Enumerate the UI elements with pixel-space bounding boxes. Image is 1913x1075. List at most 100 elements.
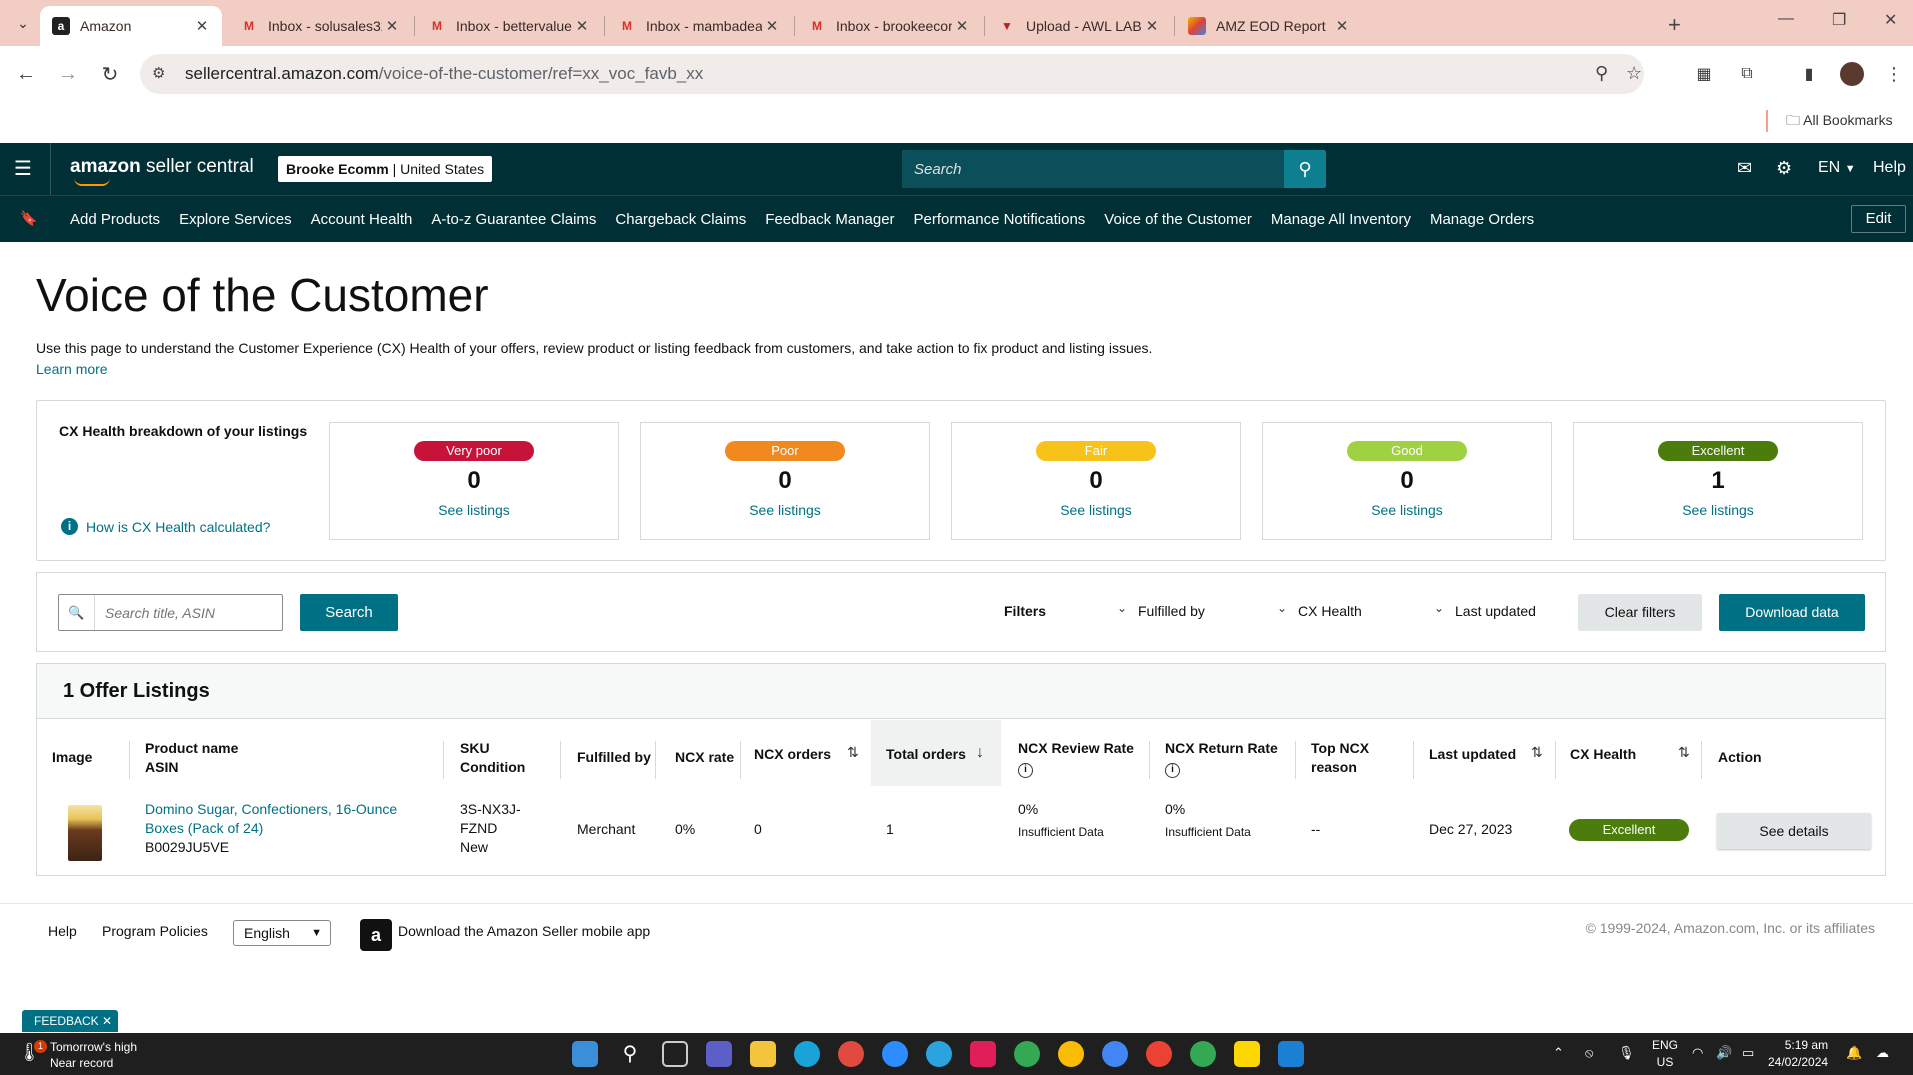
- header-search-input[interactable]: [902, 150, 1286, 188]
- listing-search-input[interactable]: [96, 595, 281, 630]
- close-icon[interactable]: ✕: [1332, 17, 1352, 35]
- clear-filters-button[interactable]: Clear filters: [1578, 594, 1702, 631]
- all-bookmarks-button[interactable]: 🗀 All Bookmarks: [1786, 110, 1893, 134]
- network-icon[interactable]: ⦸: [1585, 1045, 1593, 1061]
- nav-item-feedback-manager[interactable]: Feedback Manager: [765, 211, 894, 228]
- file-explorer-icon[interactable]: [750, 1041, 776, 1067]
- url-text[interactable]: sellercentral.amazon.com/voice-of-the-cu…: [185, 64, 703, 84]
- nav-item-account-health[interactable]: Account Health: [311, 211, 413, 228]
- tab-gmail-4[interactable]: M Inbox - brookeecomme ✕: [796, 6, 982, 46]
- mobile-app-link[interactable]: Download the Amazon Seller mobile app: [398, 923, 650, 939]
- close-icon[interactable]: ✕: [952, 17, 972, 35]
- filter-fulfilled-by[interactable]: Fulfilled by: [1138, 603, 1205, 619]
- close-window-icon[interactable]: ✕: [1884, 10, 1897, 30]
- telegram-icon[interactable]: [926, 1041, 952, 1067]
- col-fulfilled-by[interactable]: Fulfilled by: [577, 748, 651, 767]
- chrome-icon[interactable]: [838, 1041, 864, 1067]
- wifi-icon[interactable]: ◠: [1692, 1045, 1703, 1061]
- col-ncx-return-rate[interactable]: NCX Return Rate i: [1165, 739, 1278, 778]
- bookmark-pin-icon[interactable]: 🔖: [20, 210, 37, 227]
- nav-item-performance-notifications[interactable]: Performance Notifications: [914, 211, 1086, 228]
- search-button[interactable]: Search: [300, 594, 398, 631]
- filter-last-updated[interactable]: Last updated: [1455, 603, 1536, 619]
- windows-start-icon[interactable]: [572, 1041, 598, 1067]
- account-switcher[interactable]: Brooke Ecomm | United States: [278, 156, 493, 182]
- task-view-icon[interactable]: [662, 1041, 688, 1067]
- see-listings-link[interactable]: See listings: [952, 502, 1240, 518]
- sort-icon[interactable]: ⇅: [1678, 744, 1690, 761]
- download-data-button[interactable]: Download data: [1719, 594, 1865, 631]
- chrome-profile-icon[interactable]: [1146, 1041, 1172, 1067]
- help-link[interactable]: Help: [1873, 159, 1906, 177]
- amazon-app-icon[interactable]: a: [360, 919, 392, 951]
- sticky-notes-icon[interactable]: [1234, 1041, 1260, 1067]
- zoom-app-icon[interactable]: [882, 1041, 908, 1067]
- photos-icon[interactable]: [1278, 1041, 1304, 1067]
- weather-widget[interactable]: 🌡 1 Tomorrow's high Near record: [18, 1039, 137, 1071]
- site-info-icon[interactable]: ⚙: [152, 64, 165, 82]
- weather-cloud-icon[interactable]: ☁: [1876, 1045, 1889, 1061]
- info-icon[interactable]: i: [1018, 763, 1033, 778]
- chevron-down-icon[interactable]: ⌄: [1117, 601, 1127, 615]
- browser-menu-icon[interactable]: ⋮: [1880, 60, 1908, 88]
- chrome-profile-icon[interactable]: [1014, 1041, 1040, 1067]
- col-sku[interactable]: SKU Condition: [460, 739, 525, 777]
- volume-icon[interactable]: 🔊: [1716, 1045, 1732, 1061]
- microphone-icon[interactable]: 🎙: [1618, 1045, 1635, 1061]
- col-top-ncx-reason[interactable]: Top NCX reason: [1311, 739, 1369, 777]
- reload-icon[interactable]: ↻: [96, 60, 124, 88]
- tab-gmail-1[interactable]: M Inbox - solusales32@gm ✕: [228, 6, 412, 46]
- col-ncx-review-rate[interactable]: NCX Review Rate i: [1018, 739, 1134, 778]
- see-listings-link[interactable]: See listings: [1574, 502, 1862, 518]
- chevron-down-icon[interactable]: ⌄: [1277, 601, 1287, 615]
- nav-item-manage-inventory[interactable]: Manage All Inventory: [1271, 211, 1411, 228]
- sort-descending-icon[interactable]: ↓: [976, 744, 984, 762]
- edit-nav-button[interactable]: Edit: [1851, 205, 1906, 233]
- forward-icon[interactable]: →: [54, 60, 82, 88]
- address-bar[interactable]: ⚙ sellercentral.amazon.com/voice-of-the-…: [140, 54, 1644, 94]
- nav-item-explore-services[interactable]: Explore Services: [179, 211, 292, 228]
- search-icon[interactable]: ⚲: [1284, 150, 1326, 188]
- footer-language-select[interactable]: English ▼: [233, 920, 331, 946]
- edge-icon[interactable]: [794, 1041, 820, 1067]
- chevron-down-icon[interactable]: ⌄: [1434, 601, 1444, 615]
- see-listings-link[interactable]: See listings: [641, 502, 929, 518]
- new-tab-icon[interactable]: +: [1668, 12, 1681, 38]
- language-selector[interactable]: EN ▼: [1818, 159, 1856, 177]
- tray-chevron-icon[interactable]: ⌃: [1553, 1045, 1564, 1061]
- sort-icon[interactable]: ⇅: [1531, 744, 1543, 761]
- close-icon[interactable]: ✕: [1142, 17, 1162, 35]
- learn-more-link[interactable]: Learn more: [36, 361, 108, 377]
- cx-health-info-link[interactable]: i How is CX Health calculated?: [61, 518, 270, 535]
- col-ncx-rate[interactable]: NCX rate: [675, 748, 734, 767]
- teams-icon[interactable]: [706, 1041, 732, 1067]
- program-policies-link[interactable]: Program Policies: [102, 923, 208, 939]
- info-icon[interactable]: i: [1165, 763, 1180, 778]
- filter-cx-health[interactable]: CX Health: [1298, 603, 1362, 619]
- input-language[interactable]: ENG US: [1652, 1037, 1678, 1071]
- nav-item-voice-of-customer[interactable]: Voice of the Customer: [1104, 211, 1252, 228]
- chrome-profile-icon[interactable]: [1190, 1041, 1216, 1067]
- see-listings-link[interactable]: See listings: [330, 502, 618, 518]
- col-total-orders[interactable]: Total orders: [886, 745, 966, 764]
- feedback-button[interactable]: FEEDBACK ✕: [22, 1010, 119, 1032]
- seller-central-logo[interactable]: amazon seller central: [70, 156, 254, 186]
- col-product-name[interactable]: Product name ASIN: [145, 739, 238, 777]
- product-image[interactable]: [68, 805, 102, 861]
- tab-gmail-3[interactable]: M Inbox - mambadealsllc@ ✕: [606, 6, 792, 46]
- see-details-button[interactable]: See details: [1717, 813, 1871, 849]
- close-icon[interactable]: ✕: [572, 17, 592, 35]
- search-icon[interactable]: ⚲: [617, 1041, 643, 1067]
- close-icon[interactable]: ✕: [102, 1014, 112, 1028]
- see-listings-link[interactable]: See listings: [1263, 502, 1551, 518]
- minimize-icon[interactable]: —: [1778, 10, 1794, 28]
- nav-item-add-products[interactable]: Add Products: [70, 211, 160, 228]
- product-name-link[interactable]: Domino Sugar, Confectioners, 16-Ounce Bo…: [145, 800, 397, 838]
- tab-gmail-2[interactable]: M Inbox - bettervaluesupp ✕: [416, 6, 602, 46]
- chrome-profile-icon[interactable]: [1058, 1041, 1084, 1067]
- footer-help-link[interactable]: Help: [48, 923, 77, 939]
- tab-awl-label[interactable]: ▼ Upload - AWL LABEL ✕: [986, 6, 1172, 46]
- col-ncx-orders[interactable]: NCX orders: [754, 745, 831, 764]
- nav-item-chargeback-claims[interactable]: Chargeback Claims: [615, 211, 746, 228]
- side-panel-icon[interactable]: ▮: [1795, 60, 1823, 88]
